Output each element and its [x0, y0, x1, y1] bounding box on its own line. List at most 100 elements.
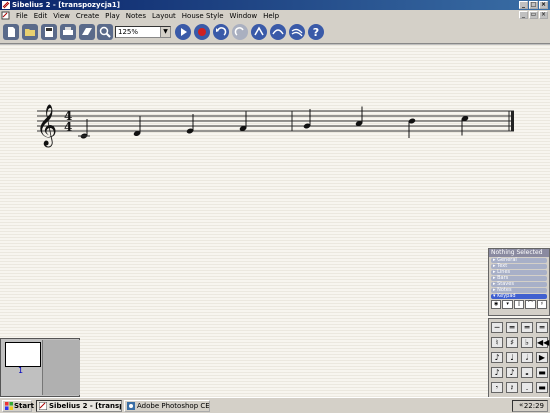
keypad-tab-5[interactable]: ♯ [536, 300, 548, 309]
keypad-key-16[interactable]: ▬ [536, 367, 548, 378]
keypad-key-15[interactable]: 𝅝 [521, 367, 533, 378]
keypad-tab-1[interactable]: ◉ [491, 300, 502, 309]
keypad-key-19[interactable]: . [521, 382, 533, 393]
find-icon[interactable] [96, 23, 114, 41]
zoom-select[interactable]: 125% ▼ [115, 26, 171, 38]
menu-bar: File Edit View Create Play Notes Layout … [0, 10, 550, 21]
navigator-page-thumbnail[interactable] [5, 342, 41, 367]
document-icon[interactable] [1, 11, 10, 20]
taskbar-item-photoshop[interactable]: Adobe Photoshop CE [124, 400, 210, 412]
mixer-icon[interactable] [269, 23, 287, 41]
clock[interactable]: 22:29 [524, 402, 544, 410]
system-tray: 22:29 [512, 400, 548, 412]
flexi-icon[interactable] [250, 23, 268, 41]
minimize-button[interactable]: _ [519, 1, 528, 9]
keypad-key-18[interactable]: 𝄽 [506, 382, 518, 393]
navigator-page-number: 1 [18, 366, 24, 375]
note-e[interactable] [186, 114, 194, 134]
taskbar-item-label: Adobe Photoshop CE [137, 402, 210, 410]
photoshop-app-icon [127, 402, 135, 410]
note-c[interactable] [461, 115, 469, 136]
svg-text:?: ? [313, 26, 319, 39]
navigator-panel[interactable]: 1 [0, 338, 80, 397]
keypad-key-7[interactable]: ♭ [521, 337, 533, 348]
open-icon[interactable] [21, 23, 39, 41]
keypad-key-9[interactable]: ♪ [491, 352, 503, 363]
note-f[interactable] [239, 111, 247, 132]
play-icon[interactable] [174, 23, 192, 41]
doc-close-button[interactable]: × [539, 11, 548, 19]
new-icon[interactable] [2, 23, 20, 41]
undo-icon[interactable] [212, 23, 230, 41]
note-b[interactable] [408, 118, 416, 138]
keypad-key-6[interactable]: ♯ [506, 337, 518, 348]
start-label: Start [14, 402, 34, 410]
record-icon[interactable] [193, 23, 211, 41]
sibelius-app-icon [39, 402, 47, 410]
score-staff[interactable]: 𝄞 4 4 [0, 45, 550, 397]
taskbar: Start Sibelius 2 - [transpozycja1] Adobe… [0, 397, 550, 413]
score-document[interactable]: 𝄞 4 4 [0, 45, 550, 397]
keypad-key-13[interactable]: ♪ [491, 367, 503, 378]
help-icon[interactable]: ? [307, 23, 325, 41]
keypad-key-3[interactable]: ═ [521, 322, 533, 333]
keypad-tabs: ◉ ▾ ▯ ⌒ ♯ [491, 300, 548, 309]
redo-icon[interactable] [231, 23, 249, 41]
menu-house-style[interactable]: House Style [179, 12, 227, 20]
maximize-button[interactable]: □ [529, 1, 538, 9]
menu-create[interactable]: Create [73, 12, 102, 20]
doc-minimize-button[interactable]: _ [519, 11, 528, 19]
note-a[interactable] [355, 106, 363, 127]
keypad-tab-3[interactable]: ▯ [513, 300, 525, 309]
keypad-panel: ─ ═ ═ ═ ♮ ♯ ♭ ◀◀ ♪ ♩ 𝅗𝅥 ▶ ♪ ♪ 𝅝 ▬ 𝄾 𝄽. ▬ [488, 318, 550, 398]
start-button[interactable]: Start [2, 400, 34, 412]
print-icon[interactable] [59, 23, 77, 41]
menu-view[interactable]: View [50, 12, 73, 20]
keypad-tab-2[interactable]: ▾ [502, 300, 513, 309]
taskbar-item-label: Sibelius 2 - [transpozycja1] [49, 402, 122, 410]
keypad-key-11[interactable]: 𝅗𝅥 [521, 352, 533, 363]
menu-play[interactable]: Play [102, 12, 123, 20]
time-signature-bottom: 4 [64, 120, 72, 134]
final-barline-thick [511, 111, 514, 131]
keypad-key-20[interactable]: ▬ [536, 382, 548, 393]
keypad-key-12[interactable]: ▶ [536, 352, 548, 363]
keypad-key-1[interactable]: ─ [491, 322, 503, 333]
keypad-key-14[interactable]: ♪ [506, 367, 518, 378]
keypad-key-17[interactable]: 𝄾 [491, 382, 503, 393]
video-icon[interactable] [288, 23, 306, 41]
note-c[interactable] [78, 119, 90, 139]
sibelius-app-icon[interactable] [2, 1, 10, 9]
properties-section-keypad[interactable]: ▾ Keypad [491, 294, 547, 299]
close-button[interactable]: × [539, 1, 548, 9]
note-g[interactable] [303, 109, 311, 129]
treble-clef: 𝄞 [36, 104, 57, 147]
properties-panel: Nothing Selected ▸ General ▸ Text ▸ Line… [488, 248, 550, 316]
scan-icon[interactable] [78, 23, 96, 41]
windows-flag-icon [5, 402, 13, 410]
note-d[interactable] [133, 116, 141, 137]
keypad-key-5[interactable]: ♮ [491, 337, 503, 348]
chevron-down-icon[interactable]: ▼ [160, 27, 170, 37]
window-title-bar[interactable]: Sibelius 2 - [transpozycja1] _ □ × [0, 0, 550, 10]
keypad-key-8[interactable]: ◀◀ [536, 337, 549, 348]
taskbar-item-sibelius[interactable]: Sibelius 2 - [transpozycja1] [36, 400, 122, 412]
staff-lines [37, 110, 514, 132]
toolbar: 125% ▼ ? [0, 21, 550, 44]
menu-file[interactable]: File [13, 12, 31, 20]
menu-notes[interactable]: Notes [123, 12, 149, 20]
keypad-key-2[interactable]: ═ [506, 322, 518, 333]
zoom-value: 125% [118, 28, 139, 36]
menu-layout[interactable]: Layout [149, 12, 179, 20]
window-title: Sibelius 2 - [transpozycja1] [12, 1, 120, 9]
save-icon[interactable] [40, 23, 58, 41]
properties-title: Nothing Selected [489, 249, 549, 257]
menu-window[interactable]: Window [227, 12, 261, 20]
menu-edit[interactable]: Edit [31, 12, 51, 20]
menu-help[interactable]: Help [260, 12, 282, 20]
doc-restore-button[interactable]: ▭ [529, 11, 538, 19]
keypad-tab-4[interactable]: ⌒ [525, 300, 536, 309]
navigator-view-area[interactable] [42, 340, 80, 395]
keypad-key-10[interactable]: ♩ [506, 352, 518, 363]
keypad-key-4[interactable]: ═ [536, 322, 548, 333]
